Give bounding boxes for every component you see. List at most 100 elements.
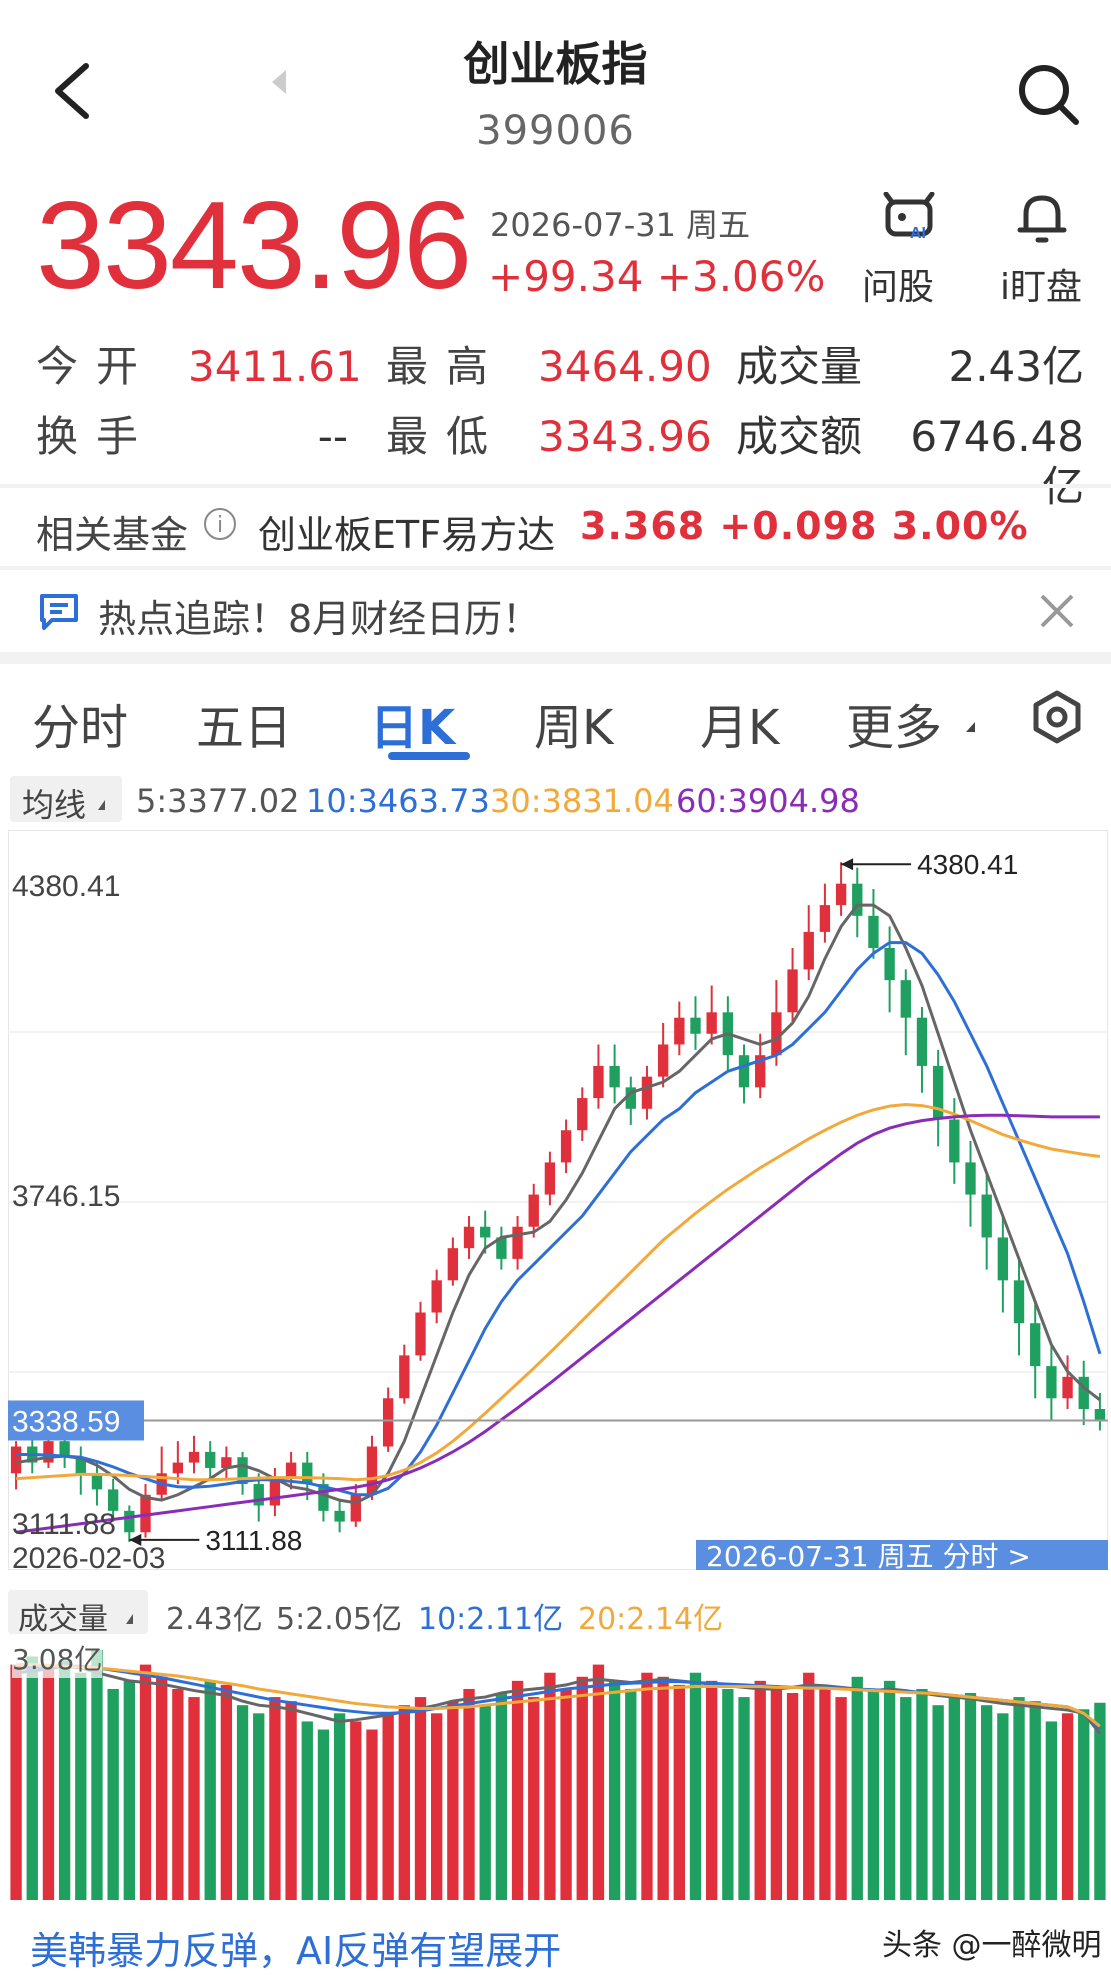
volume-bar — [58, 1660, 71, 1900]
candle-body — [868, 915, 879, 948]
candlestick-chart[interactable]: 4380.41 3746.15 3111.88 3338.59 4380.41 3111.… — [8, 830, 1108, 1570]
candle-body — [949, 1119, 960, 1163]
tab-five-day[interactable]: 五日 — [196, 688, 292, 758]
volume-bar — [463, 1688, 475, 1900]
fund-name[interactable]: 创业板ETF易方达 — [258, 504, 555, 559]
ma5-value: 5:3377.02 — [136, 782, 300, 820]
hot-news-link[interactable]: 热点追踪！8月财经日历！ — [98, 588, 540, 643]
volume-bar — [285, 1701, 297, 1900]
volume-bar — [317, 1729, 330, 1900]
volume-bar — [1029, 1701, 1041, 1900]
candle-body — [674, 1017, 685, 1045]
volume-bar — [91, 1650, 103, 1900]
candle-body — [528, 1194, 539, 1227]
candle-body — [382, 1398, 394, 1447]
volume-bar — [139, 1664, 152, 1900]
current-price-label: 3338.59 — [12, 1405, 120, 1438]
candle-body — [205, 1451, 216, 1468]
volume-bar — [770, 1688, 783, 1900]
volume-bar — [26, 1656, 38, 1900]
volume-max-label: 3.08亿 — [12, 1638, 103, 1678]
candle-body — [835, 883, 847, 906]
volume-bar — [997, 1713, 1009, 1900]
candle-body — [577, 1098, 588, 1131]
candle-body — [657, 1044, 669, 1077]
settings-icon[interactable] — [1030, 690, 1084, 744]
volume-bar — [479, 1705, 491, 1900]
candle-body — [415, 1312, 426, 1356]
volume-bar — [608, 1680, 621, 1900]
tab-weekly-k[interactable]: 周K — [534, 688, 613, 758]
open-value: 3411.61 — [188, 342, 362, 391]
volume-current: 2.43亿 — [166, 1602, 263, 1637]
volume-bar — [204, 1680, 216, 1900]
close-icon[interactable] — [1038, 592, 1076, 630]
tab-daily-k[interactable]: 日K — [370, 688, 455, 758]
max-annotation: 4380.41 — [917, 849, 1018, 880]
page-title: 创业板指 — [463, 37, 648, 91]
candle-body — [997, 1237, 1009, 1281]
candle-body — [480, 1226, 491, 1238]
volume-bar — [495, 1693, 508, 1900]
divider — [0, 652, 1111, 664]
quote-date: 2026-07-31 周五 — [490, 206, 751, 244]
candle-body — [447, 1248, 459, 1281]
candle-body — [981, 1194, 992, 1238]
volume-chart[interactable] — [8, 1640, 1108, 1900]
volume-bar — [544, 1672, 556, 1900]
bell-icon[interactable] — [1016, 190, 1068, 246]
volume-bar — [414, 1697, 427, 1900]
open-label: 今开 — [36, 342, 157, 391]
tab-more[interactable]: 更多 — [846, 688, 942, 758]
candle-body — [706, 1012, 717, 1034]
low-value: 3343.96 — [538, 412, 712, 461]
candle-body — [593, 1065, 604, 1099]
candle-body — [172, 1462, 184, 1474]
candle-body — [690, 1017, 701, 1034]
price-change: +99.34 +3.06% — [488, 252, 826, 301]
candle-body — [1030, 1323, 1041, 1367]
candle-body — [900, 980, 911, 1018]
volume-bar — [560, 1688, 572, 1900]
cursor-label: 2026-07-31 周五 分时 > — [706, 1540, 1031, 1570]
candle-body — [1078, 1376, 1089, 1409]
candle-body — [334, 1510, 345, 1522]
watch-button[interactable]: i盯盘 — [1000, 258, 1082, 310]
candle-body — [965, 1162, 976, 1195]
volume-bar — [689, 1672, 702, 1900]
robot-icon[interactable]: AI — [880, 192, 938, 244]
fund-values: 3.368 +0.098 3.00% — [580, 504, 1029, 548]
ma10-value: 10:3463.73 — [306, 782, 490, 820]
volume-ma20: 20:2.14亿 — [578, 1602, 724, 1637]
volume-bar — [123, 1680, 135, 1900]
tab-intraday[interactable]: 分时 — [32, 688, 128, 758]
volume-bar — [673, 1684, 685, 1900]
volume-bar — [1061, 1713, 1074, 1900]
volume-bar — [236, 1705, 249, 1900]
current-price: 3343.96 — [36, 177, 472, 315]
volume-label: 成交量 — [18, 1602, 108, 1637]
high-label: 最高 — [386, 342, 507, 391]
start-date-label: 2026-02-03 — [12, 1542, 165, 1570]
info-icon[interactable]: i — [204, 508, 236, 540]
caret-icon — [98, 800, 105, 810]
volume-bar — [398, 1705, 410, 1900]
y-label-mid: 3746.15 — [12, 1180, 120, 1213]
volume-bar — [447, 1701, 459, 1900]
candle-body — [10, 1446, 22, 1474]
tab-monthly-k[interactable]: 月K — [700, 688, 779, 758]
search-icon[interactable] — [1016, 62, 1080, 126]
volume-bar — [366, 1729, 378, 1900]
volume-bar — [932, 1705, 944, 1900]
candle-body — [431, 1280, 442, 1313]
volume-bar — [156, 1676, 168, 1900]
ask-stock-button[interactable]: 问股 — [862, 258, 934, 310]
volume-bar — [981, 1705, 993, 1900]
volume-bar — [382, 1713, 394, 1900]
low-label: 最低 — [386, 412, 507, 461]
divider — [0, 566, 1111, 570]
candle-body — [43, 1441, 54, 1463]
ma30-value: 30:3831.04 — [490, 782, 674, 820]
chart-frame — [8, 830, 1108, 1570]
volume-bar — [269, 1697, 281, 1900]
